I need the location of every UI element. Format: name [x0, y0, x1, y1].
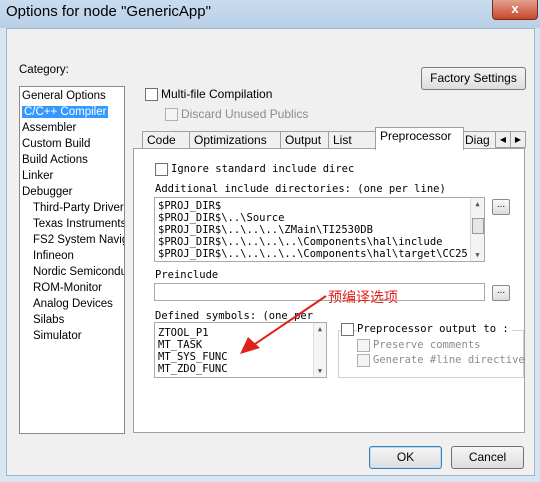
category-item-label: Silabs	[33, 314, 65, 326]
ignore-std-include-label: Ignore standard include direc	[171, 163, 355, 175]
generate-line-label: Generate #line directive	[373, 354, 525, 366]
category-item[interactable]: C/C++ Compiler	[22, 104, 109, 120]
category-item-label: Custom Build	[22, 138, 91, 150]
preserve-comments-label: Preserve comments	[373, 339, 481, 351]
category-item[interactable]: Build Actions	[22, 152, 88, 168]
preinclude-label: Preinclude	[155, 269, 219, 281]
category-item[interactable]: General Options	[22, 88, 106, 104]
category-item[interactable]: Debugger	[22, 184, 73, 200]
scroll-thumb[interactable]	[472, 218, 484, 234]
preinclude-browse-button[interactable]: ...	[492, 285, 510, 301]
scroll-down-icon[interactable]: ▼	[314, 365, 326, 377]
category-item-label: C/C++ Compiler	[22, 106, 109, 118]
defined-symbol-line: MT_SYS_FUNC	[158, 351, 228, 363]
category-item-label: General Options	[22, 90, 106, 102]
category-item[interactable]: Infineon	[33, 248, 74, 264]
category-item[interactable]: Analog Devices	[33, 296, 113, 312]
tab-scroller: ◀ ▶	[495, 131, 526, 148]
tab-output[interactable]: Output	[280, 131, 330, 149]
tab-preprocessor[interactable]: Preprocessor	[375, 127, 464, 150]
factory-settings-button[interactable]: Factory Settings	[421, 67, 526, 90]
tab-code[interactable]: Code	[142, 131, 194, 149]
category-item[interactable]: Simulator	[33, 328, 82, 344]
category-item-label: Build Actions	[22, 154, 88, 166]
include-dir-line: $PROJ_DIR$\..\..\..\ZMain\TI2530DB	[158, 224, 373, 236]
scroll-down-icon[interactable]: ▼	[471, 249, 484, 261]
category-item-label: Nordic Semiconductor	[33, 266, 124, 278]
defined-symbol-line: MT_ZDO_FUNC	[158, 363, 228, 375]
category-label: Category:	[19, 64, 69, 76]
category-item-label: Debugger	[22, 186, 73, 198]
discard-unused-checkbox	[165, 108, 178, 121]
category-item-label: Simulator	[33, 330, 82, 342]
preserve-comments-checkbox	[357, 339, 370, 352]
close-button[interactable]: x	[492, 0, 538, 20]
tab-list[interactable]: List	[328, 131, 376, 149]
category-item-label: FS2 System Navigator	[33, 234, 124, 246]
category-item-label: Analog Devices	[33, 298, 113, 310]
window-title: Options for node "GenericApp"	[6, 3, 211, 20]
scroll-up-icon[interactable]: ▲	[471, 198, 484, 210]
category-item[interactable]: Third-Party Driver	[33, 200, 124, 216]
category-item-label: Texas Instruments	[33, 218, 125, 230]
category-item-label: Third-Party Driver	[33, 202, 124, 214]
defined-symbol-line: ZTOOL_P1	[158, 327, 209, 339]
ignore-std-include-checkbox[interactable]	[155, 163, 168, 176]
include-dirs-label: Additional include directories: (one per…	[155, 183, 446, 195]
cancel-button[interactable]: Cancel	[451, 446, 524, 469]
category-item-label: Infineon	[33, 250, 74, 262]
preprocessor-output-checkbox[interactable]	[341, 323, 354, 336]
preprocessor-output-label: Preprocessor output to :	[357, 323, 512, 335]
category-list[interactable]: General Options C/C++ Compiler Assembler Cu…	[19, 86, 125, 434]
generate-line-checkbox	[357, 354, 370, 367]
include-dir-line: $PROJ_DIR$\..\..\..\..\Components\hal\in…	[158, 236, 443, 248]
include-dirs-textbox[interactable]: $PROJ_DIR$ $PROJ_DIR$\..\Source $PROJ_DI…	[154, 197, 485, 262]
category-item[interactable]: Custom Build	[22, 136, 90, 152]
multi-file-label: Multi-file Compilation	[161, 87, 273, 101]
defined-symbol-line: MT_TASK	[158, 339, 203, 351]
category-item[interactable]: Linker	[22, 168, 53, 184]
discard-unused-label: Discard Unused Publics	[181, 107, 309, 121]
category-item-label: Linker	[22, 170, 54, 182]
category-item[interactable]: Texas Instruments	[33, 216, 125, 232]
include-dirs-browse-button[interactable]: ...	[492, 199, 510, 215]
category-item[interactable]: Nordic Semiconductor	[33, 264, 124, 280]
category-item[interactable]: Assembler	[22, 120, 76, 136]
category-item-label: ROM-Monitor	[33, 282, 103, 294]
include-dir-line: $PROJ_DIR$	[158, 200, 222, 212]
tab-diagnostics[interactable]: Diag	[460, 131, 499, 149]
category-item[interactable]: Silabs	[33, 312, 64, 328]
include-dir-line: $PROJ_DIR$\..\Source	[158, 212, 285, 224]
category-item-label: Assembler	[22, 122, 77, 134]
tab-optimizations[interactable]: Optimizations	[189, 131, 281, 149]
include-dir-line: $PROJ_DIR$\..\..\..\..\Components\hal\ta…	[158, 248, 468, 260]
category-item[interactable]: ROM-Monitor	[33, 280, 102, 296]
category-item[interactable]: FS2 System Navigator	[33, 232, 124, 248]
ok-button[interactable]: OK	[369, 446, 442, 469]
multi-file-checkbox[interactable]	[145, 88, 158, 101]
include-dirs-scrollbar[interactable]: ▲ ▼	[470, 198, 484, 261]
tab-scroll-right-icon[interactable]: ▶	[510, 131, 526, 148]
tab-scroll-left-icon[interactable]: ◀	[495, 131, 511, 148]
annotation-arrow-icon	[240, 295, 327, 354]
